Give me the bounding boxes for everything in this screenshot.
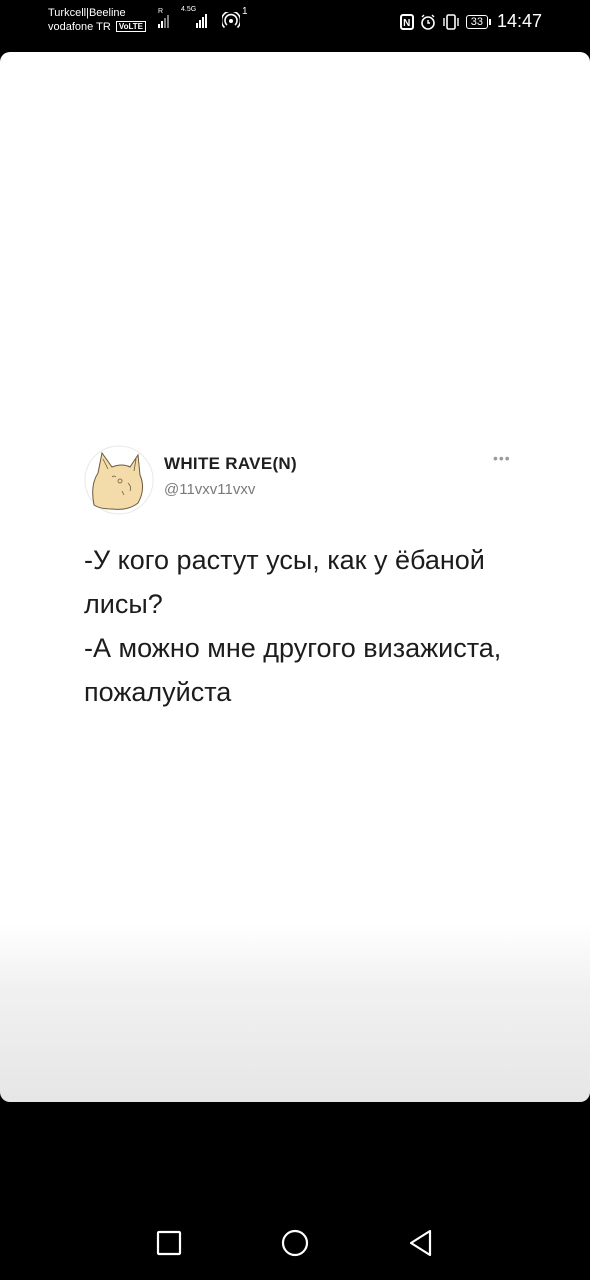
hotspot-icon	[222, 12, 240, 29]
status-time: 14:47	[496, 11, 542, 31]
carrier-info: Turkcell|Beeline vodafone TR VoLTE	[48, 6, 147, 34]
back-triangle-icon[interactable]	[406, 1228, 436, 1258]
alarm-icon	[420, 14, 435, 30]
carrier-line-2-label: vodafone TR	[48, 21, 111, 33]
signal-sim2-icon	[196, 10, 207, 28]
signal-sim1-icon	[158, 10, 169, 28]
tweet-body: -У кого растут усы, как у ёбаной лисы? -…	[84, 538, 524, 714]
tweet-display-name: WHITE RAVE(N)	[164, 454, 297, 473]
phone-screen: Turkcell|Beeline vodafone TR VoLTE R 4.5…	[0, 0, 590, 1280]
battery-icon: 33	[465, 14, 491, 29]
navigation-bar	[0, 1200, 590, 1280]
carrier-line-1: Turkcell|Beeline	[48, 7, 126, 19]
nfc-icon: N	[399, 13, 414, 30]
vibrate-icon	[443, 13, 459, 30]
tweet-handle: @11vxv11vxv	[164, 481, 256, 498]
recents-square-icon[interactable]	[154, 1228, 184, 1258]
tweet-screenshot: WHITE RAVE(N) @11vxv11vxv ••• -У кого ра…	[0, 52, 590, 1102]
battery-level: 33	[465, 14, 488, 29]
volte-badge: VoLTE	[115, 21, 147, 32]
tweet-line-2: -А можно мне другого визажиста, пожалуйс…	[84, 633, 502, 707]
tweet-line-1: -У кого растут усы, как у ёбаной лисы?	[84, 545, 485, 619]
more-options-icon: •••	[493, 450, 511, 466]
network-type-label: 4.5G	[181, 6, 197, 13]
status-bar: Turkcell|Beeline vodafone TR VoLTE R 4.5…	[0, 0, 590, 44]
image-viewer-card[interactable]: WHITE RAVE(N) @11vxv11vxv ••• -У кого ра…	[0, 52, 590, 1102]
avatar	[84, 445, 154, 515]
home-circle-icon[interactable]	[280, 1228, 310, 1258]
hotspot-count: 1	[242, 6, 248, 17]
carrier-line-2: vodafone TR VoLTE	[48, 20, 147, 34]
status-right-icons: N 33 14:47	[399, 11, 542, 32]
